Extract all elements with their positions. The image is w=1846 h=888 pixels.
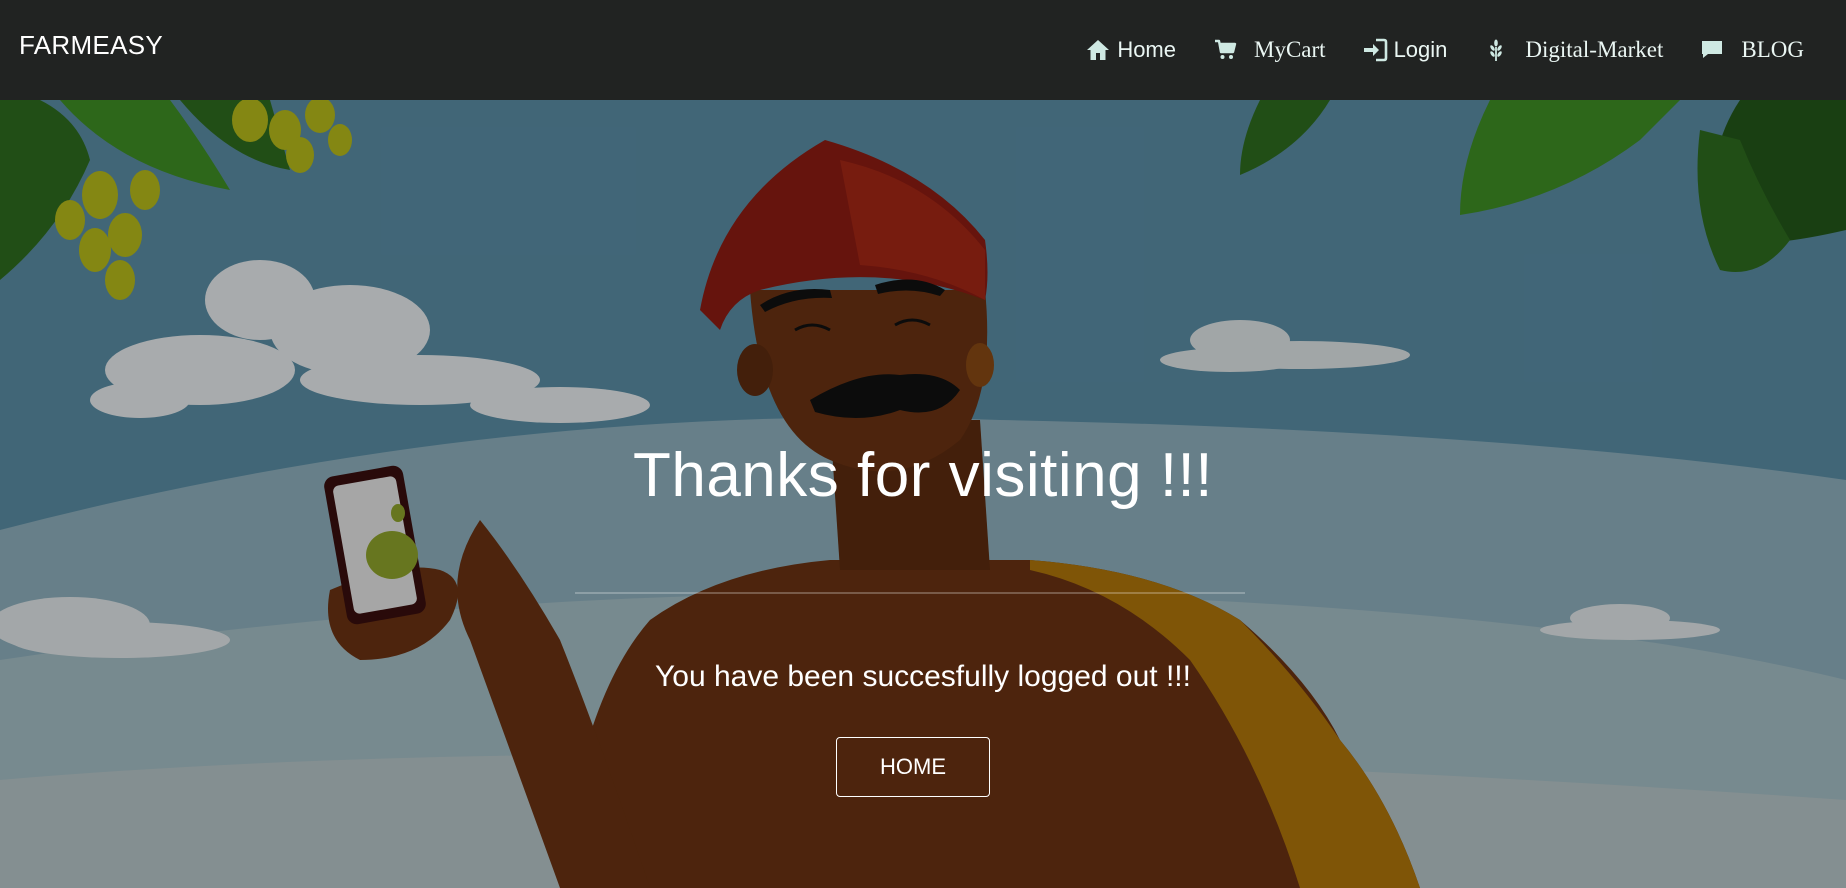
grain-icon bbox=[1483, 37, 1509, 63]
nav-login-label: Login bbox=[1393, 37, 1448, 62]
navbar: FARMEASY Home MyCart Login Digital-Marke… bbox=[0, 0, 1846, 100]
divider bbox=[575, 592, 1245, 594]
home-icon bbox=[1085, 37, 1111, 63]
nav-home-link[interactable]: Home bbox=[1085, 30, 1176, 70]
logout-message: You have been succesfully logged out !!! bbox=[655, 660, 1191, 693]
nav-mycart-label: MyCart bbox=[1254, 37, 1326, 62]
nav-home-label: Home bbox=[1117, 37, 1176, 62]
nav-blog-label: BLOG bbox=[1741, 37, 1804, 62]
comment-icon bbox=[1699, 37, 1725, 63]
thanks-heading: Thanks for visiting !!! bbox=[632, 441, 1214, 510]
home-button[interactable]: HOME bbox=[836, 737, 990, 797]
nav-blog-link[interactable]: BLOG bbox=[1699, 30, 1804, 70]
nav-login-link[interactable]: Login bbox=[1362, 30, 1448, 70]
brand-logo-link[interactable]: FARMEASY bbox=[19, 30, 163, 61]
cart-icon bbox=[1212, 37, 1238, 63]
nav-menu: Home MyCart Login Digital-Market BLOG bbox=[1085, 0, 1804, 100]
nav-digital-market-link[interactable]: Digital-Market bbox=[1483, 30, 1663, 70]
login-icon bbox=[1362, 37, 1388, 63]
nav-digital-market-label: Digital-Market bbox=[1525, 37, 1664, 62]
hero-section: Thanks for visiting !!! You have been su… bbox=[0, 100, 1846, 888]
nav-mycart-link[interactable]: MyCart bbox=[1212, 30, 1326, 70]
